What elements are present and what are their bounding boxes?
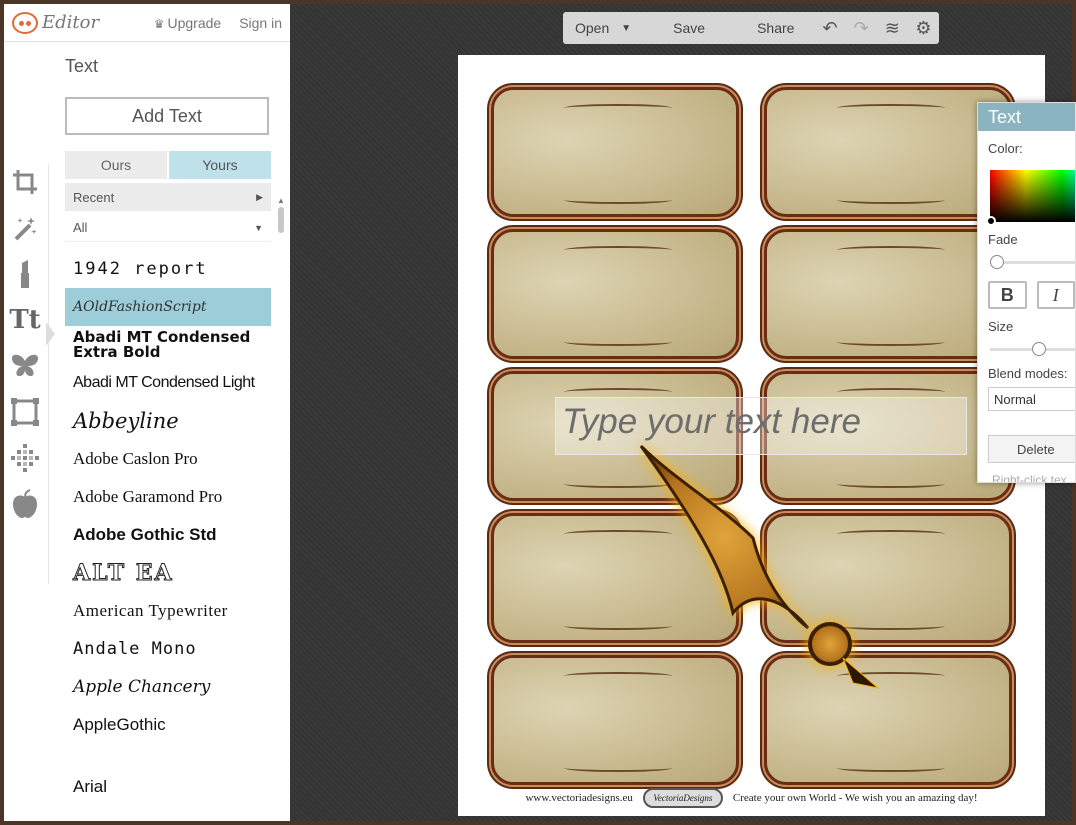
size-slider[interactable] bbox=[990, 342, 1075, 356]
font-item[interactable]: ALT EA bbox=[65, 554, 271, 592]
font-item[interactable]: Arial bbox=[65, 768, 271, 806]
recent-filter[interactable]: Recent ▶ bbox=[65, 183, 271, 211]
blend-label: Blend modes: bbox=[988, 366, 1068, 381]
font-item[interactable]: Andale Mono bbox=[65, 630, 271, 668]
footer-website: www.vectoriadesigns.eu bbox=[525, 792, 633, 804]
right-click-hint: Right-click tex bbox=[992, 473, 1067, 483]
font-item[interactable]: Adobe Gothic Std bbox=[65, 516, 271, 554]
label-graphic bbox=[491, 87, 739, 217]
font-item-selected[interactable]: AOldFashionScript bbox=[65, 288, 271, 326]
butterfly-icon[interactable] bbox=[8, 348, 42, 384]
undo-icon[interactable]: ↶ bbox=[814, 18, 845, 39]
sidebar: Editor ♛ Upgrade Sign in Tt Text Add Tex… bbox=[4, 4, 290, 821]
size-slider-handle[interactable] bbox=[1031, 342, 1046, 356]
style-buttons: B I bbox=[988, 281, 1075, 309]
texture-icon[interactable] bbox=[8, 440, 42, 476]
top-bar: Editor ♛ Upgrade Sign in bbox=[4, 4, 290, 42]
frame-icon[interactable] bbox=[8, 394, 42, 430]
bold-button[interactable]: B bbox=[988, 281, 1027, 309]
text-panel: Text Add Text Ours Yours Recent ▶ All ▼ … bbox=[65, 44, 271, 810]
font-item[interactable]: Abbeyline bbox=[65, 402, 271, 440]
color-label: Color: bbox=[988, 141, 1023, 156]
font-item[interactable]: AppleGothic bbox=[65, 706, 271, 744]
size-label: Size bbox=[988, 319, 1014, 334]
category-select-value: All bbox=[73, 220, 88, 235]
add-text-button[interactable]: Add Text bbox=[65, 97, 269, 135]
font-item[interactable]: Abadi MT Condensed Light bbox=[65, 364, 271, 402]
save-button[interactable]: Save bbox=[661, 20, 717, 36]
text-settings-panel: Text Color: Fade B I Size Blend modes: N… bbox=[977, 102, 1076, 483]
canvas-footer: www.vectoriadesigns.eu VectoriaDesigns C… bbox=[458, 788, 1045, 808]
fade-label: Fade bbox=[988, 232, 1018, 247]
text-settings-title[interactable]: Text bbox=[978, 103, 1075, 131]
signin-link[interactable]: Sign in bbox=[239, 15, 282, 31]
category-select[interactable]: All ▼ bbox=[65, 214, 271, 242]
monkey-logo-icon bbox=[12, 11, 38, 34]
share-button[interactable]: Share bbox=[745, 20, 806, 36]
scroll-up-icon[interactable]: ▲ bbox=[276, 196, 286, 205]
crop-icon[interactable] bbox=[8, 164, 42, 200]
layers-icon[interactable]: ≋ bbox=[877, 18, 908, 39]
tab-yours[interactable]: Yours bbox=[169, 151, 271, 179]
footer-tagline: Create your own World - We wish you an a… bbox=[732, 792, 978, 804]
gear-icon[interactable]: ⚙ bbox=[908, 18, 939, 39]
scroll-thumb[interactable] bbox=[278, 207, 284, 233]
color-picker[interactable] bbox=[986, 170, 1075, 226]
main-toolbar: Open ▼ Save Share ↶ ↷ ≋ ⚙ bbox=[563, 12, 939, 44]
panel-title: Text bbox=[65, 56, 99, 76]
apple-icon[interactable] bbox=[8, 486, 42, 522]
font-item[interactable]: Adobe Garamond Pro bbox=[65, 478, 271, 516]
open-button[interactable]: Open ▼ bbox=[563, 20, 643, 36]
delete-button[interactable]: Delete bbox=[988, 435, 1075, 463]
italic-button[interactable]: I bbox=[1036, 281, 1075, 309]
font-list: 1942 report AOldFashionScript Abadi MT C… bbox=[65, 250, 271, 810]
footer-badge: VectoriaDesigns bbox=[642, 788, 723, 808]
redo-icon[interactable]: ↷ bbox=[846, 18, 877, 39]
label-graphic bbox=[764, 229, 1012, 359]
tab-ours[interactable]: Ours bbox=[65, 151, 167, 179]
lipstick-icon[interactable] bbox=[8, 256, 42, 292]
label-graphic bbox=[764, 87, 1012, 217]
magic-wand-icon[interactable] bbox=[8, 210, 42, 246]
font-item[interactable]: Apple Chancery bbox=[65, 668, 271, 706]
font-item[interactable]: American Typewriter bbox=[65, 592, 271, 630]
image-canvas[interactable]: Type your text here www.vectoriadesigns.… bbox=[458, 55, 1045, 816]
blend-mode-select[interactable]: Normal bbox=[988, 387, 1075, 411]
font-item[interactable]: Adobe Caslon Pro bbox=[65, 440, 271, 478]
logo-text: Editor bbox=[42, 12, 100, 33]
upgrade-link[interactable]: ♛ Upgrade bbox=[154, 15, 221, 31]
tool-rail: Tt bbox=[4, 164, 46, 522]
text-tool-icon[interactable]: Tt bbox=[8, 302, 42, 338]
fade-slider[interactable] bbox=[990, 255, 1075, 269]
font-item[interactable]: Abadi MT Condensed Extra Bold bbox=[65, 326, 271, 364]
fade-slider-handle[interactable] bbox=[990, 255, 1004, 269]
clock-hand-sticker[interactable] bbox=[633, 438, 893, 708]
chevron-down-icon: ▼ bbox=[254, 222, 263, 233]
logo[interactable]: Editor bbox=[12, 11, 100, 34]
rail-divider bbox=[48, 164, 49, 584]
active-tool-pointer bbox=[46, 322, 55, 346]
font-source-tabs: Ours Yours bbox=[65, 151, 271, 179]
color-picker-handle[interactable] bbox=[986, 216, 996, 226]
chevron-right-icon: ▶ bbox=[256, 191, 263, 202]
open-label: Open bbox=[575, 20, 610, 36]
chevron-down-icon: ▼ bbox=[621, 22, 632, 34]
label-graphic bbox=[491, 229, 739, 359]
crown-icon: ♛ bbox=[153, 16, 165, 31]
font-list-scrollbar[interactable]: ▲ bbox=[276, 196, 286, 816]
recent-filter-label: Recent bbox=[73, 189, 115, 205]
font-item[interactable]: 1942 report bbox=[65, 250, 271, 288]
upgrade-label: Upgrade bbox=[167, 14, 222, 31]
